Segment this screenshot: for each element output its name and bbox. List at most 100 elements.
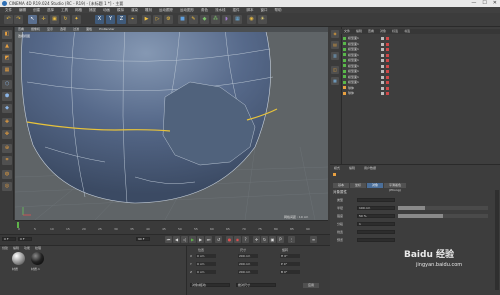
object-visibility-dots[interactable]: [381, 81, 393, 84]
object-row[interactable]: 模型面1: [343, 58, 498, 63]
coord-rotation-field[interactable]: P 0°: [280, 261, 300, 266]
coord-mode-select[interactable]: 对象(相对): [190, 283, 230, 287]
rotate-icon[interactable]: ↻: [61, 15, 70, 24]
material-swatch-2[interactable]: [31, 252, 44, 265]
make-editable-icon[interactable]: ◧: [2, 30, 12, 39]
coord-position-field[interactable]: 0 cm: [196, 253, 216, 258]
edge-mode-icon[interactable]: ⬢: [2, 92, 12, 101]
viewport-menu-item[interactable]: 过滤: [73, 27, 79, 32]
object-row[interactable]: 模型面1: [343, 53, 498, 58]
material-menu-item[interactable]: 编辑: [13, 246, 19, 250]
texture-mode-icon[interactable]: ◩: [2, 54, 12, 63]
object-visibility-dots[interactable]: [381, 75, 393, 79]
sculpt-icon[interactable]: ◍: [2, 170, 12, 179]
render-view-icon[interactable]: ▶: [142, 15, 151, 24]
viewport-menu-item[interactable]: 面板: [86, 27, 92, 32]
attribute-slider[interactable]: [398, 205, 488, 210]
attribute-field-input[interactable]: [357, 229, 395, 234]
object-visibility-dots[interactable]: [381, 64, 393, 68]
tab-edit[interactable]: 编辑: [346, 166, 358, 171]
subtab-basic[interactable]: 基本: [333, 183, 349, 188]
grid-key-icon[interactable]: ⋮: [288, 236, 295, 243]
timeline[interactable]: [15, 220, 328, 234]
size-mode-select[interactable]: 绝对尺寸: [236, 283, 276, 287]
polygon-mode-icon[interactable]: ◆: [2, 104, 12, 113]
select-icon[interactable]: ↖: [28, 15, 37, 24]
autokey-icon[interactable]: ◉: [234, 236, 241, 243]
material-menu-item[interactable]: 纹理: [35, 246, 41, 250]
object-visibility-dots[interactable]: [381, 86, 393, 90]
object-row[interactable]: 模型面1: [343, 42, 498, 47]
play-icon[interactable]: ▶: [189, 236, 196, 243]
subtab-object[interactable]: 对象: [367, 183, 383, 188]
solo-icon[interactable]: ◎: [2, 182, 12, 191]
end-frame-field[interactable]: 90 F: [136, 237, 150, 241]
array-icon[interactable]: ⁂: [211, 15, 220, 24]
subdivide-icon[interactable]: ◆: [200, 15, 209, 24]
coord-system-icon[interactable]: ⌖: [128, 15, 137, 24]
prev-key-icon[interactable]: ◀: [173, 236, 180, 243]
structure-icon[interactable]: ▥: [331, 52, 339, 60]
viewport-menu-item[interactable]: 选项: [60, 27, 66, 32]
param-key-icon[interactable]: P: [277, 236, 284, 243]
cube-icon[interactable]: ■: [178, 15, 187, 24]
attribute-scrollbar[interactable]: [495, 190, 499, 290]
record-icon[interactable]: ●: [226, 236, 233, 243]
object-visibility-dots[interactable]: [381, 37, 393, 40]
recent-icon[interactable]: ✦: [72, 15, 81, 24]
layers-icon[interactable]: ◫: [331, 66, 339, 74]
attribute-field-input[interactable]: [357, 197, 395, 202]
coord-size-field[interactable]: 200 cm: [238, 253, 258, 258]
object-row[interactable]: 模型面1: [343, 47, 498, 52]
apply-button[interactable]: 应用: [303, 283, 319, 288]
coord-position-field[interactable]: 0 cm: [196, 269, 216, 274]
camera-icon[interactable]: ◉: [247, 15, 256, 24]
content-browser-icon[interactable]: ▤: [331, 41, 339, 49]
object-menu-item[interactable]: 标签: [392, 29, 398, 34]
object-row[interactable]: 球体: [343, 91, 498, 96]
axis-mode-icon[interactable]: ✚: [2, 118, 12, 127]
material-swatch-1[interactable]: [12, 252, 25, 265]
subtab-coord[interactable]: 坐标: [350, 183, 366, 188]
object-row[interactable]: 模型面1: [343, 64, 498, 69]
play-back-icon[interactable]: ◁: [181, 236, 188, 243]
attribute-slider[interactable]: [398, 213, 488, 218]
object-visibility-dots[interactable]: [381, 42, 393, 46]
keyframe-sel-icon[interactable]: ?: [242, 236, 249, 243]
floor-icon[interactable]: ▦: [233, 15, 242, 24]
viewport-menu-item[interactable]: 查看: [18, 27, 24, 32]
subtab-phong[interactable]: 平滑着色(Phong): [384, 183, 406, 192]
object-row[interactable]: 模型面1: [343, 75, 498, 80]
object-row[interactable]: 球体: [343, 86, 498, 91]
object-menu-item[interactable]: 文件: [344, 29, 350, 34]
goto-start-icon[interactable]: ⏮: [165, 236, 172, 243]
viewport-menu-item[interactable]: 摄像机: [31, 27, 40, 32]
rotate-key-icon[interactable]: ↻: [261, 236, 268, 243]
viewport[interactable]: [15, 27, 328, 220]
current-frame-field[interactable]: 0 F: [2, 237, 16, 241]
attribute-field-input[interactable]: 100 cm: [357, 205, 395, 210]
coord-size-field[interactable]: 200 cm: [238, 269, 258, 274]
material-name-1[interactable]: 材质: [12, 267, 18, 271]
light-icon[interactable]: ☀: [258, 15, 267, 24]
coord-position-field[interactable]: 0 cm: [196, 261, 216, 266]
attribute-field-input[interactable]: 50 %: [357, 213, 395, 218]
object-row[interactable]: 模型面1: [343, 69, 498, 74]
material-menu-item[interactable]: 功能: [24, 246, 30, 250]
move-icon[interactable]: ✛: [39, 15, 48, 24]
loop-icon[interactable]: ↺: [215, 236, 222, 243]
attribute-field-input[interactable]: [357, 237, 395, 242]
coord-rotation-field[interactable]: H 0°: [280, 253, 300, 258]
object-menu-item[interactable]: 编辑: [356, 29, 362, 34]
object-visibility-dots[interactable]: [381, 59, 393, 62]
lock-workplane-icon[interactable]: ⌗: [2, 156, 12, 165]
material-name-2[interactable]: 材质.1: [31, 267, 40, 271]
scale-icon[interactable]: ▣: [50, 15, 59, 24]
attribute-field-input[interactable]: 1: [357, 221, 395, 226]
maximize-button[interactable]: ☐: [482, 0, 486, 7]
x-axis-button[interactable]: X: [95, 15, 104, 24]
close-button[interactable]: ✕: [493, 0, 497, 7]
scale-key-icon[interactable]: ▣: [269, 236, 276, 243]
redo-icon[interactable]: ↷: [14, 15, 23, 24]
z-axis-button[interactable]: Z: [117, 15, 126, 24]
